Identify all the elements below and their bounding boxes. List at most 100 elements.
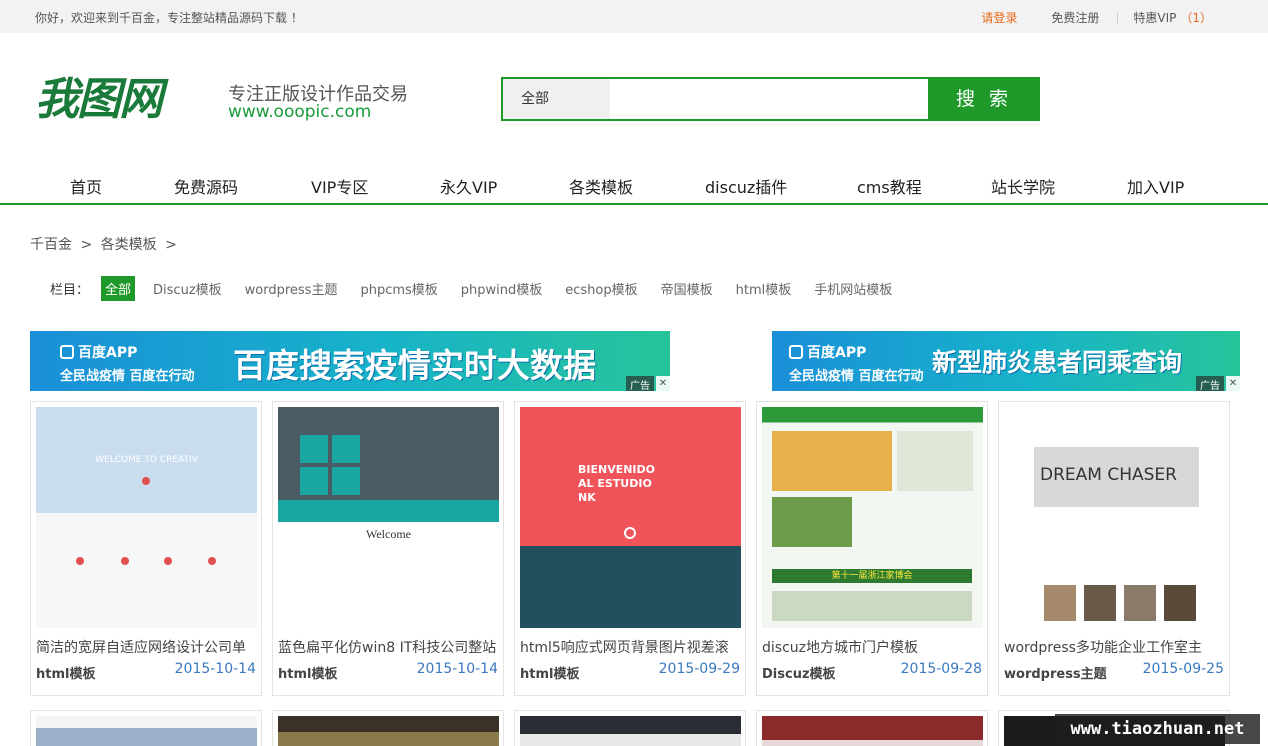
nav-item-free-source[interactable]: 免费源码 [174, 174, 238, 198]
site-logo[interactable]: 我图网 [35, 74, 211, 126]
template-card[interactable]: WELCOME TO CREATIV 简洁的宽屏自适应网络设计公司单 html模… [30, 401, 262, 696]
template-card[interactable]: BIENVENIDO AL ESTUDIO NK html5响应式网页背景图片视… [514, 401, 746, 696]
thumbnail-caption: BIENVENIDO AL ESTUDIO NK [578, 463, 656, 504]
dot-icon [208, 557, 216, 565]
template-card[interactable]: DREAM CHASER wordpress多功能企业工作室主 wordpres… [998, 401, 1230, 696]
search-button[interactable]: 搜 索 [928, 77, 1040, 121]
breadcrumb-current[interactable]: 各类模板 [101, 237, 157, 253]
thumbnail-block [772, 497, 852, 547]
top-links: 请登录 免费注册 特惠VIP （1） [981, 9, 1212, 26]
template-title[interactable]: 蓝色扁平化仿win8 IT科技公司整站 [278, 637, 500, 657]
filter-chip-wordpress[interactable]: wordpress主题 [245, 279, 338, 298]
welcome-text: 你好，欢迎来到千百金，专注整站精品源码下载 ！ [35, 11, 303, 25]
template-title[interactable]: wordpress多功能企业工作室主 [1004, 637, 1226, 657]
baidu-paw-icon [789, 345, 803, 359]
template-title[interactable]: 简洁的宽屏自适应网络设计公司单 [36, 637, 258, 657]
thumbnail-photo [1124, 585, 1156, 621]
template-card[interactable] [30, 710, 262, 746]
baidu-paw-icon [60, 345, 74, 359]
filter-chip-empire[interactable]: 帝国模板 [661, 279, 713, 298]
divider [1117, 11, 1119, 24]
template-category[interactable]: html模板 [278, 663, 337, 682]
close-icon[interactable]: ✕ [656, 376, 670, 391]
ad-app: 百度APP [60, 342, 137, 362]
breadcrumb: 千百金 > 各类模板 > [30, 234, 181, 254]
filter-chip-ecshop[interactable]: ecshop模板 [565, 279, 637, 298]
template-date: 2015-10-14 [416, 661, 498, 677]
filter-chip-phpwind[interactable]: phpwind模板 [461, 279, 542, 298]
template-title[interactable]: discuz地方城市门户模板 [762, 637, 984, 657]
template-thumbnail[interactable]: 第十一届浙江家博会 [762, 407, 983, 628]
ad-banner-2[interactable]: 百度APP 全民战疫情 百度在行动 新型肺炎患者同乘查询 广告 ✕ [772, 331, 1240, 391]
template-thumbnail[interactable] [520, 716, 741, 746]
template-thumbnail[interactable]: DREAM CHASER [1004, 407, 1225, 628]
ad-headline: 新型肺炎患者同乘查询 [932, 348, 1183, 377]
register-link[interactable]: 免费注册 [1051, 9, 1099, 26]
thumbnail-block [897, 431, 973, 491]
template-card[interactable] [756, 710, 988, 746]
vip-link[interactable]: 特惠VIP [1133, 9, 1176, 26]
template-thumbnail[interactable]: Welcome [278, 407, 499, 628]
logo-text: 我图网 [35, 74, 163, 125]
login-link[interactable]: 请登录 [981, 9, 1017, 26]
template-date: 2015-09-28 [900, 661, 982, 677]
nav-item-home[interactable]: 首页 [70, 174, 102, 198]
template-card[interactable]: 第十一届浙江家博会 discuz地方城市门户模板 Discuz模板 2015-0… [756, 401, 988, 696]
ad-tag: 广告 [626, 376, 654, 391]
dot-icon [76, 557, 84, 565]
template-thumbnail[interactable]: BIENVENIDO AL ESTUDIO NK [520, 407, 741, 628]
dot-icon [164, 557, 172, 565]
nav-item-cms-tutorials[interactable]: cms教程 [857, 174, 922, 198]
search-category-select[interactable]: 全部 [503, 79, 610, 119]
dot-icon [142, 477, 150, 485]
nav-item-templates[interactable]: 各类模板 [569, 174, 633, 198]
tile-shape [332, 467, 360, 495]
template-card[interactable]: Welcome 蓝色扁平化仿win8 IT科技公司整站 html模板 2015-… [272, 401, 504, 696]
breadcrumb-separator: > [165, 237, 177, 253]
thumbnail-block [772, 591, 972, 621]
thumbnail-caption: 第十一届浙江家博会 [772, 569, 972, 583]
template-thumbnail[interactable] [278, 716, 499, 746]
close-icon[interactable]: ✕ [1226, 376, 1240, 391]
nav-item-vip-zone[interactable]: VIP专区 [311, 174, 368, 198]
ad-app-name: 百度APP [807, 345, 867, 361]
vip-count: （1） [1180, 11, 1212, 25]
tile-shape [300, 435, 328, 463]
breadcrumb-separator: > [80, 237, 93, 253]
nav-item-webmaster-academy[interactable]: 站长学院 [991, 174, 1055, 198]
dot-icon [121, 557, 129, 565]
template-category[interactable]: Discuz模板 [762, 663, 836, 682]
nav-item-join-vip[interactable]: 加入VIP [1127, 174, 1184, 198]
nav-item-lifetime-vip[interactable]: 永久VIP [440, 174, 497, 198]
ad-banner-1[interactable]: 百度APP 全民战疫情 百度在行动 百度搜索疫情实时大数据 广告 ✕ [30, 331, 670, 391]
template-card[interactable] [514, 710, 746, 746]
template-thumbnail[interactable]: WELCOME TO CREATIV [36, 407, 257, 628]
template-category[interactable]: html模板 [36, 663, 95, 682]
site-url: www.ooopic.com [228, 102, 372, 122]
breadcrumb-home[interactable]: 千百金 [30, 237, 72, 253]
filter-chip-all[interactable]: 全部 [101, 275, 136, 301]
filter-chip-phpcms[interactable]: phpcms模板 [360, 279, 437, 298]
template-category[interactable]: html模板 [520, 663, 579, 682]
template-date: 2015-09-25 [1142, 661, 1224, 677]
top-bar: 你好，欢迎来到千百金，专注整站精品源码下载 ！ 请登录 免费注册 特惠VIP （… [0, 0, 1268, 33]
search-bar: 全部 搜 索 [501, 77, 1040, 121]
filter-chip-html[interactable]: html模板 [736, 279, 792, 298]
template-card[interactable] [272, 710, 504, 746]
template-thumbnail[interactable] [762, 716, 983, 746]
thumbnail-photo [1164, 585, 1196, 621]
ad-tag: 广告 [1196, 376, 1224, 391]
template-thumbnail[interactable] [36, 716, 257, 746]
template-category[interactable]: wordpress主题 [1004, 663, 1107, 682]
thumbnail-caption: WELCOME TO CREATIV [95, 455, 198, 465]
filter-chip-discuz[interactable]: Discuz模板 [153, 279, 222, 298]
ad-subtitle: 全民战疫情 百度在行动 [789, 369, 924, 384]
main-nav: 首页 免费源码 VIP专区 永久VIP 各类模板 discuz插件 cms教程 … [0, 170, 1268, 205]
search-input[interactable] [610, 79, 928, 119]
nav-item-discuz-plugins[interactable]: discuz插件 [705, 174, 787, 198]
template-title[interactable]: html5响应式网页背景图片视差滚 [520, 637, 742, 657]
ad-headline: 百度搜索疫情实时大数据 [233, 346, 596, 385]
filter-chip-mobile[interactable]: 手机网站模板 [814, 279, 892, 298]
ad-app: 百度APP [789, 342, 866, 362]
tile-shape [332, 435, 360, 463]
